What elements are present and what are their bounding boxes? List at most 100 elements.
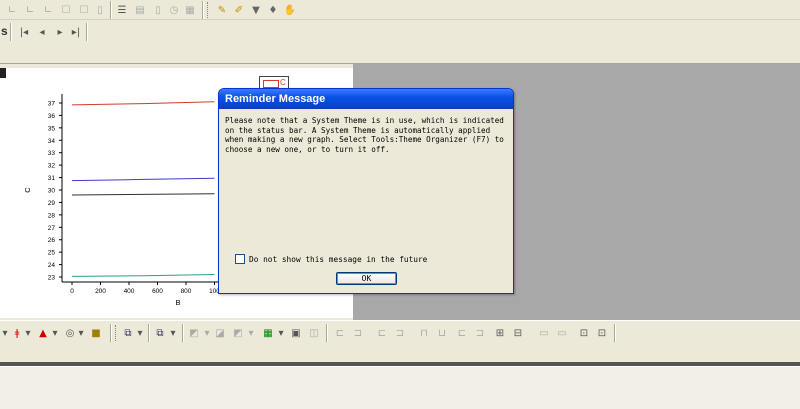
bucket-icon[interactable]: ▼	[248, 2, 264, 18]
toolbar-grip[interactable]	[207, 2, 211, 18]
area-fill-icon[interactable]: ▲	[35, 325, 51, 341]
y-tick-label: 27	[48, 225, 56, 232]
do-not-show-label[interactable]: Do not show this message in the future	[249, 254, 427, 265]
matrix-icon[interactable]: ▦	[260, 325, 276, 341]
toolbar-separator	[110, 324, 112, 342]
y-tick-label: 28	[48, 212, 56, 219]
plot-3d-icon[interactable]: ◩	[186, 325, 202, 341]
reminder-dialog: Reminder Message Please note that a Syst…	[218, 88, 514, 294]
dropdown-icon[interactable]: ▾	[276, 325, 286, 341]
toolbar-separator	[202, 1, 204, 19]
top-toolbar-2: s |◂ ◂ ▸ ▸|	[0, 21, 800, 43]
contour-icon[interactable]: ◫	[306, 325, 322, 341]
merge-icon[interactable]: ⧉	[152, 325, 168, 341]
pencil-icon[interactable]: ✎	[214, 2, 230, 18]
table-icon[interactable]: ▤	[132, 2, 148, 18]
frame3-icon[interactable]: ▯	[92, 2, 108, 18]
series-line-3	[71, 193, 215, 196]
surface-icon[interactable]: ◩	[230, 325, 246, 341]
same-height-icon[interactable]: ⊐	[472, 325, 488, 341]
wall-icon[interactable]: ◪	[212, 325, 228, 341]
x-tick-label: 400	[124, 288, 135, 295]
do-not-show-checkbox[interactable]	[235, 254, 245, 264]
series-line-1	[71, 101, 215, 106]
y-tick-label: 25	[48, 250, 56, 257]
last-page-icon[interactable]: ▸|	[68, 24, 84, 40]
dialog-message: Please note that a System Theme is in us…	[225, 116, 504, 154]
axis-l-icon[interactable]: ∟	[4, 2, 20, 18]
x-tick-label: 200	[95, 288, 106, 295]
align-top-icon[interactable]: ⊐	[392, 325, 408, 341]
layer-icon[interactable]: ⧉	[120, 325, 136, 341]
dropdown-icon[interactable]: ▾	[246, 325, 256, 341]
first-page-icon[interactable]: |◂	[16, 24, 32, 40]
toolbar-separator	[148, 324, 150, 342]
y-tick-label: 36	[48, 113, 56, 120]
y-tick-label: 30	[48, 188, 56, 195]
box-3d-icon[interactable]: ■	[88, 325, 104, 341]
same-width-icon[interactable]: ⊏	[454, 325, 470, 341]
x-tick-label: 600	[152, 288, 163, 295]
y-tick-label: 32	[48, 163, 56, 170]
dropdown-icon[interactable]: ▾	[23, 325, 33, 341]
toolbar-separator	[10, 23, 12, 41]
dropdown-icon[interactable]: ▾	[135, 325, 145, 341]
ungroup-icon[interactable]: ⊟	[510, 325, 526, 341]
series-line-4	[71, 274, 215, 277]
bottom-toolbar: ▾ ǂ ▾ ▲ ▾ ◎ ▾ ■ ⧉ ▾ ⧉ ▾ ◩ ▾ ◪ ◩ ▾ ▦ ▾ ▣ …	[0, 320, 800, 344]
y-tick-label: 23	[48, 275, 56, 282]
top-toolbar-1: ∟ ∟ ∟ ☐ ☐ ▯ ☰ ▤ ▯ ◷ ▦ ✎ ✐ ▼ ♦ ✋	[0, 0, 800, 20]
pin-icon[interactable]: ♦	[265, 2, 281, 18]
series-line-2	[71, 177, 215, 182]
legend-swatch	[263, 80, 279, 88]
next-page-icon[interactable]: ▸	[52, 24, 68, 40]
clock-icon[interactable]: ◷	[166, 2, 182, 18]
toolbar-separator	[110, 1, 112, 19]
dropdown-icon[interactable]: ▾	[76, 325, 86, 341]
toolbar-separator	[326, 324, 328, 342]
hand-icon[interactable]: ✋	[282, 2, 298, 18]
frame2-icon[interactable]: ☐	[76, 2, 92, 18]
align-right-icon[interactable]: ⊏	[374, 325, 390, 341]
arrange-icon[interactable]: ⊡	[576, 325, 592, 341]
y-tick-label: 34	[48, 138, 56, 145]
y-tick-label: 24	[48, 262, 56, 269]
toolbar2-left-label: s	[1, 24, 8, 38]
y-axis-label: C	[23, 187, 32, 193]
align-left-icon[interactable]: ⊏	[332, 325, 348, 341]
x-axis-label: B	[175, 298, 180, 307]
dropdown-icon[interactable]: ▾	[202, 325, 212, 341]
group-icon[interactable]: ⊞	[492, 325, 508, 341]
x-tick-label: 800	[181, 288, 192, 295]
grid-icon[interactable]: ▦	[182, 2, 198, 18]
dropdown-icon[interactable]: ▾	[168, 325, 178, 341]
dropdown-icon[interactable]: ▾	[50, 325, 60, 341]
axis-l2-icon[interactable]: ∟	[22, 2, 38, 18]
prev-page-icon[interactable]: ◂	[34, 24, 50, 40]
y-tick-label: 26	[48, 237, 56, 244]
list-icon[interactable]: ☰	[114, 2, 130, 18]
axis-l3-icon[interactable]: ∟	[40, 2, 56, 18]
y-tick-label: 29	[48, 200, 56, 207]
bottom-panel	[0, 367, 800, 409]
align-center-icon[interactable]: ⊐	[350, 325, 366, 341]
y-tick-label: 31	[48, 175, 56, 182]
align-middle-icon[interactable]: ⊔	[434, 325, 450, 341]
toolbar-area-bottom	[0, 344, 800, 362]
align-bottom-icon[interactable]: ⊓	[416, 325, 432, 341]
toolbar-grip[interactable]	[115, 325, 119, 341]
image-icon[interactable]: ▣	[288, 325, 304, 341]
frame-icon[interactable]: ☐	[58, 2, 74, 18]
front-icon[interactable]: ▭	[536, 325, 552, 341]
toolbar-separator	[86, 23, 88, 41]
ok-button[interactable]: OK	[336, 272, 397, 285]
arrange2-icon[interactable]: ⊡	[594, 325, 610, 341]
brush-icon[interactable]: ✐	[231, 2, 247, 18]
y-tick-label: 37	[48, 100, 56, 107]
back-icon[interactable]: ▭	[554, 325, 570, 341]
doc-icon[interactable]: ▯	[150, 2, 166, 18]
toolbar-separator	[182, 324, 184, 342]
y-tick-label: 33	[48, 150, 56, 157]
x-tick-label: 0	[70, 288, 74, 295]
dialog-titlebar[interactable]: Reminder Message	[219, 89, 513, 109]
